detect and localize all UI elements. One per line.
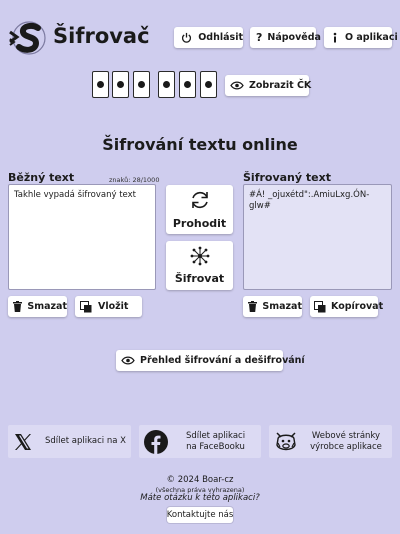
help-button[interactable]: ? Nápověda: [250, 27, 321, 48]
pin-digit-3[interactable]: [133, 71, 150, 98]
boar-icon: [272, 428, 300, 456]
copy-label: Kopírovat: [331, 301, 384, 312]
eye-icon: [230, 79, 244, 93]
pin-digit-4[interactable]: [158, 71, 175, 98]
web-line-2: výrobce aplikace: [310, 441, 382, 452]
pin-dot: [97, 81, 104, 88]
plain-text-area[interactable]: Takhle vypadá šifrovaný text: [8, 184, 156, 290]
pin-digit-6[interactable]: [200, 71, 217, 98]
about-button[interactable]: O aplikaci: [324, 27, 398, 48]
facebook-line-1: Sdílet aplikaci: [185, 430, 246, 441]
cipher-text-area[interactable]: #Á! _ojuxétd":.AmiuLxg.ÓN-glw#: [243, 184, 392, 290]
paste-label: Vložit: [98, 301, 129, 312]
help-label: Nápověda: [267, 32, 321, 43]
copy-button[interactable]: Kopírovat: [310, 296, 383, 317]
x-icon: [9, 428, 37, 456]
contact-label: Kontaktujte nás: [166, 510, 234, 520]
power-icon: [180, 31, 193, 45]
question-icon: ?: [256, 31, 263, 44]
overview-button[interactable]: Přehled šifrování a dešifrování: [116, 350, 305, 371]
swap-button[interactable]: Prohodit: [166, 185, 233, 234]
pin-dot: [205, 81, 212, 88]
app-logo: [8, 19, 46, 57]
pin-digit-5[interactable]: [179, 71, 196, 98]
logout-label: Odhlásit: [198, 32, 243, 43]
pin-dot: [117, 81, 124, 88]
cipher-clear-button[interactable]: Smazat: [243, 296, 302, 317]
cipher-clear-label: Smazat: [262, 301, 302, 312]
char-counter: znaků: 28/1000: [109, 176, 160, 184]
share-facebook-button[interactable]: Sdílet aplikaci na FaceBooku: [139, 425, 261, 458]
info-icon: [330, 31, 340, 45]
logo-icon: [9, 21, 46, 55]
copy-icon: [314, 300, 326, 314]
about-label: O aplikaci: [345, 32, 398, 43]
contact-button[interactable]: Kontaktujte nás: [167, 507, 233, 523]
trash-icon: [13, 300, 23, 314]
pin-dot: [163, 81, 170, 88]
show-pin-button[interactable]: Zobrazit ČK: [225, 75, 312, 96]
pin-digit-1[interactable]: [92, 71, 109, 98]
swap-icon: [189, 189, 211, 214]
trash-icon: [248, 300, 258, 314]
encrypt-button[interactable]: Šifrovat: [166, 241, 233, 290]
encrypt-label: Šifrovat: [174, 272, 225, 285]
app-title: Šifrovač: [53, 24, 150, 48]
overview-label: Přehled šifrování a dešifrování: [140, 355, 305, 366]
share-x-label: Sdílet aplikaci na X: [45, 436, 126, 447]
plain-text-label: Běžný text: [8, 171, 75, 184]
paste-icon: [79, 300, 93, 314]
swap-label: Prohodit: [172, 217, 227, 230]
share-facebook-label: Sdílet aplikaci na FaceBooku: [170, 431, 261, 452]
pin-dot: [138, 81, 145, 88]
network-icon: [190, 246, 210, 269]
cipher-text-label: Šifrovaný text: [243, 171, 331, 184]
facebook-icon: [142, 428, 170, 456]
pin-dot: [184, 81, 191, 88]
show-pin-label: Zobrazit ČK: [249, 80, 312, 91]
share-web-button[interactable]: Webové stránky výrobce aplikace: [269, 425, 392, 458]
eye-icon: [121, 354, 135, 368]
footer-question: Máte otázku k této aplikaci?: [140, 493, 260, 503]
web-line-1: Webové stránky: [311, 430, 381, 441]
logout-button[interactable]: Odhlásit: [174, 27, 243, 48]
share-web-label: Webové stránky výrobce aplikace: [300, 431, 392, 452]
paste-button[interactable]: Vložit: [75, 296, 142, 317]
plain-clear-button[interactable]: Smazat: [8, 296, 67, 317]
page-title: Šifrování textu online: [102, 135, 298, 154]
plain-clear-label: Smazat: [27, 301, 67, 312]
footer-copyright: © 2024 Boar-cz: [166, 475, 234, 485]
share-x-button[interactable]: Sdílet aplikaci na X: [8, 425, 131, 458]
facebook-line-2: na FaceBooku: [186, 441, 245, 452]
pin-digit-2[interactable]: [112, 71, 129, 98]
